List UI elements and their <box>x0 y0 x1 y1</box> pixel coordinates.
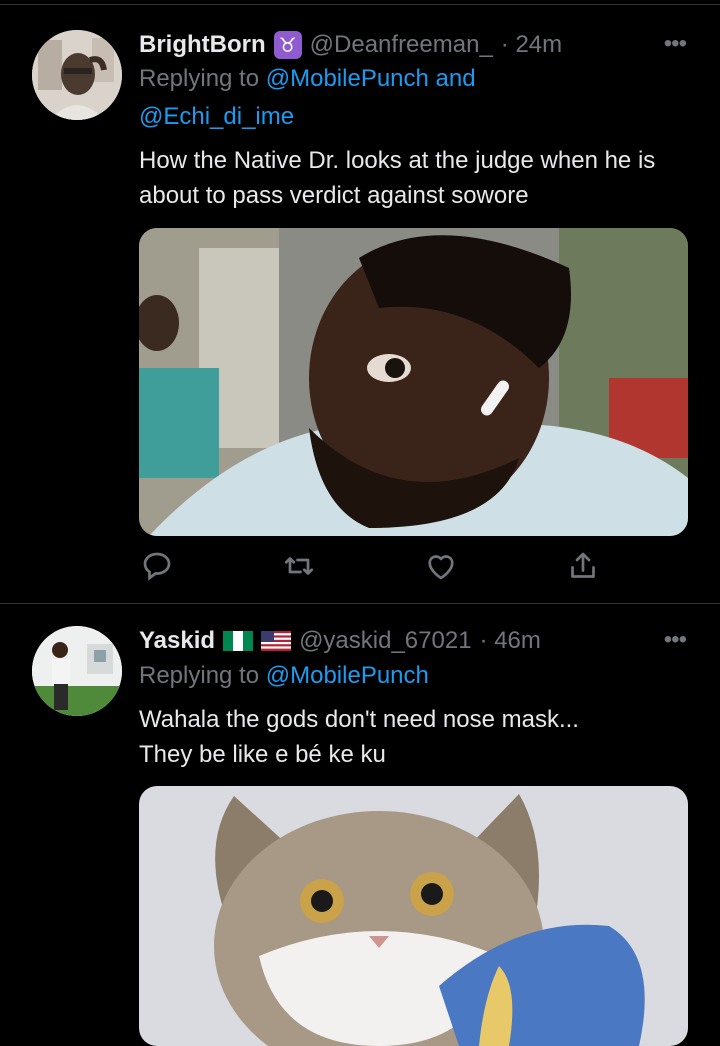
tweet-text: Wahala the gods don't need nose mask... … <box>139 702 699 772</box>
like-icon[interactable] <box>423 548 463 588</box>
tweet-text-line: They be like e bé ke ku <box>139 741 386 768</box>
display-name[interactable]: BrightBorn <box>139 31 266 59</box>
more-options-icon[interactable]: ••• <box>664 626 687 654</box>
reply-icon[interactable] <box>139 548 179 588</box>
tweet-divider <box>0 603 720 604</box>
timestamp[interactable]: · 24m <box>501 31 562 59</box>
avatar-image <box>32 626 122 716</box>
tweet-text: How the Native Dr. looks at the judge wh… <box>139 147 656 209</box>
replying-to-label: Replying to <box>139 65 260 92</box>
mention-link[interactable]: @MobilePunch <box>266 662 429 689</box>
timestamp[interactable]: · 46m <box>480 627 541 655</box>
media-image <box>139 786 688 1046</box>
username[interactable]: @yaskid_67021 <box>299 627 471 655</box>
media-image <box>139 228 688 536</box>
username[interactable]: @Deanfreeman_ <box>310 31 493 59</box>
tweet-brightborn[interactable]: BrightBorn ♉ @Deanfreeman_ · 24m ••• Rep… <box>0 28 720 588</box>
share-icon[interactable] <box>565 548 605 588</box>
tweet-header: Yaskid @yaskid_67021 · 46m <box>139 624 541 658</box>
mention-link[interactable]: @MobilePunch <box>266 65 429 92</box>
mention-link[interactable]: @Echi_di_ime <box>139 103 294 130</box>
replying-to: Replying to @MobilePunch and @Echi_di_im… <box>139 60 476 136</box>
usa-flag-icon <box>261 631 292 651</box>
tweet-text-line: Wahala the gods don't need nose mask... <box>139 706 579 733</box>
tweet-actions <box>139 548 699 588</box>
tweet-header: BrightBorn ♉ @Deanfreeman_ · 24m <box>139 28 562 62</box>
avatar-image <box>32 30 122 120</box>
reply-and-link[interactable]: and <box>436 65 476 92</box>
tweet-yaskid[interactable]: Yaskid @yaskid_67021 · 46m ••• Replying … <box>0 624 720 1046</box>
top-divider <box>0 4 720 5</box>
replying-to-label: Replying to <box>139 662 260 689</box>
display-name[interactable]: Yaskid <box>139 627 215 655</box>
retweet-icon[interactable] <box>281 548 321 588</box>
replying-to: Replying to @MobilePunch <box>139 657 429 695</box>
zodiac-badge-icon: ♉ <box>273 31 302 59</box>
more-options-icon[interactable]: ••• <box>664 30 687 58</box>
tweet-media-video[interactable] <box>139 228 688 536</box>
avatar[interactable] <box>32 626 122 716</box>
tweet-media-image[interactable] <box>139 786 688 1046</box>
avatar[interactable] <box>32 30 122 120</box>
nigeria-flag-icon <box>223 631 254 651</box>
